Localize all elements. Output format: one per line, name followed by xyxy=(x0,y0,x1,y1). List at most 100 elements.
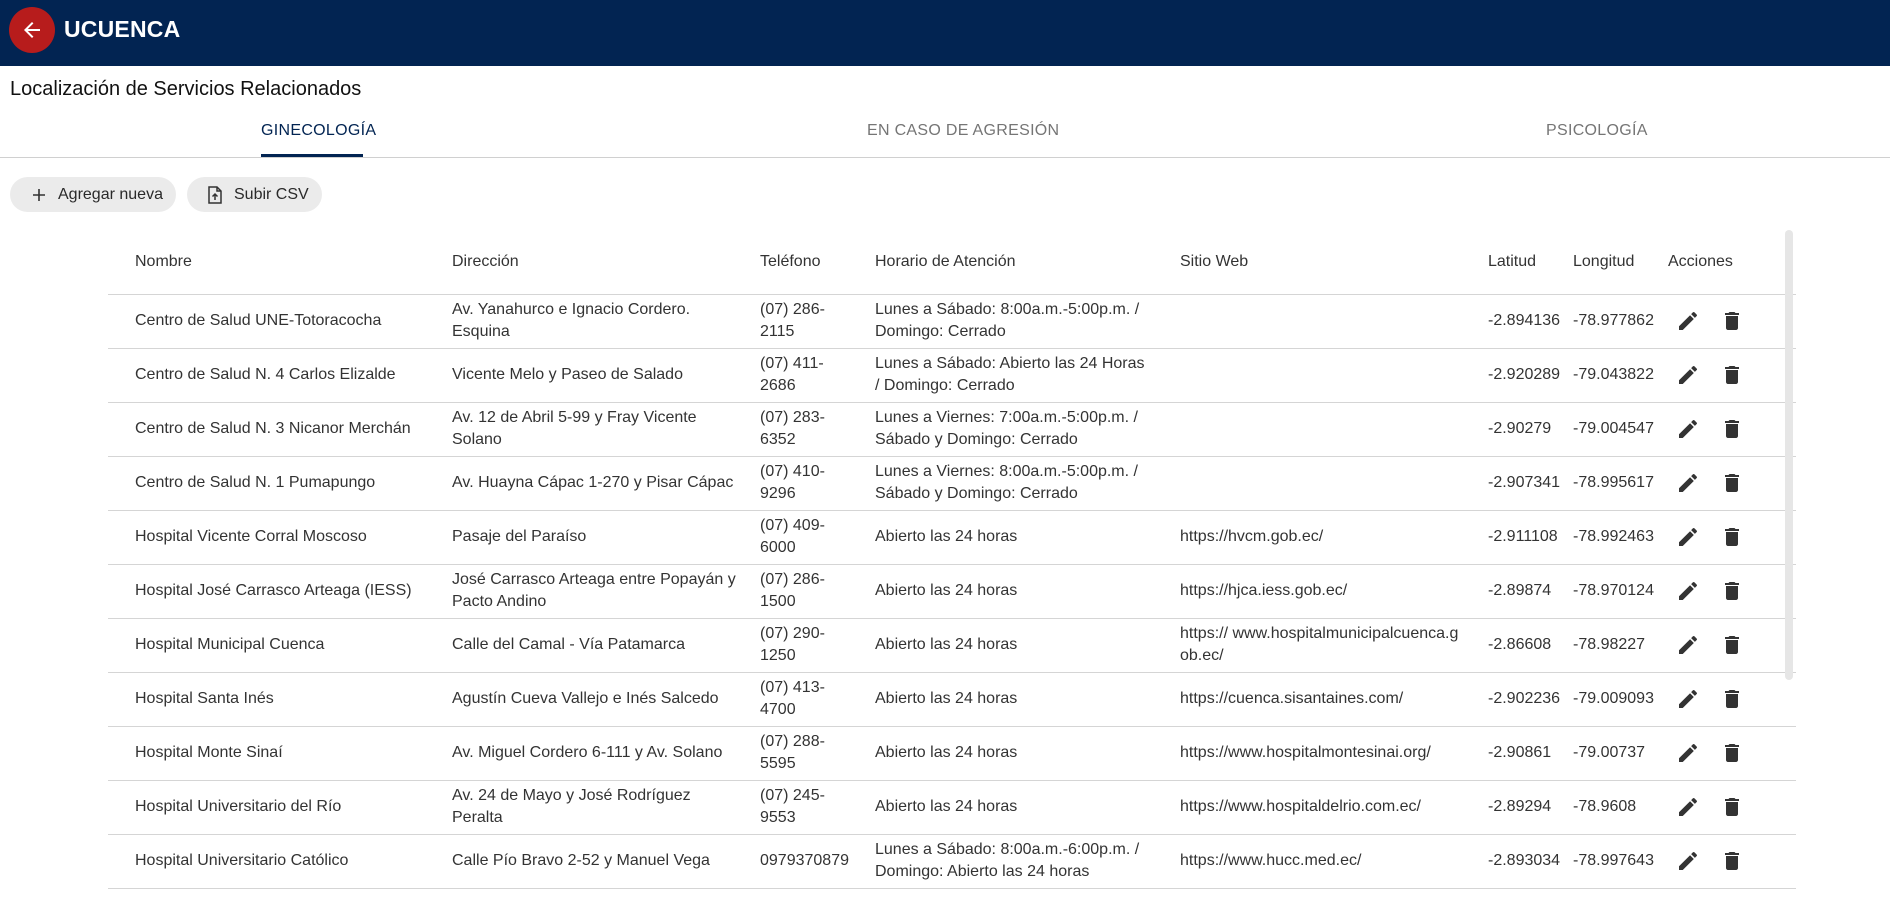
cell-latitud: -2.907341 xyxy=(1471,456,1560,511)
edit-icon[interactable] xyxy=(1674,523,1702,551)
delete-icon[interactable] xyxy=(1718,631,1746,659)
cell-horario: Lunes a Sábado: 8:00a.m.-5:00p.m. / Domi… xyxy=(858,294,1153,349)
cell-horario: Abierto las 24 horas xyxy=(858,510,1153,565)
cell-nombre: Hospital Santa Inés xyxy=(108,672,425,727)
cell-direccion: Agustín Cueva Vallejo e Inés Salcedo xyxy=(425,672,743,727)
table-row: Centro de Salud UNE-Totoracocha Av. Yana… xyxy=(108,294,1796,349)
column-header: Horario de Atención xyxy=(858,231,1153,295)
table-row: Hospital Municipal Cuenca Calle del Cama… xyxy=(108,618,1796,673)
cell-direccion: Av. 12 de Abril 5-99 y Fray Vicente Sola… xyxy=(425,402,743,457)
table-row: Centro de Salud N. 1 Pumapungo Av. Huayn… xyxy=(108,456,1796,511)
cell-horario: Lunes a Sábado: 8:00a.m.-6:00p.m. / Domi… xyxy=(858,834,1153,889)
tab-psicologia[interactable]: PSICOLOGÍA xyxy=(1546,112,1648,158)
cell-sitio-web: https://www.hucc.med.ec/ xyxy=(1153,834,1471,889)
edit-icon[interactable] xyxy=(1674,793,1702,821)
cell-longitud: -78.98227 xyxy=(1556,618,1651,673)
cell-horario: Lunes a Viernes: 7:00a.m.-5:00p.m. / Sáb… xyxy=(858,402,1153,457)
table-row: Hospital Monte Sinaí Av. Miguel Cordero … xyxy=(108,726,1796,781)
tab-bar: GINECOLOGÍA EN CASO DE AGRESIÓN PSICOLOG… xyxy=(0,112,1890,158)
edit-icon[interactable] xyxy=(1674,739,1702,767)
cell-acciones xyxy=(1651,510,1796,565)
cell-nombre: Hospital José Carrasco Arteaga (IESS) xyxy=(108,564,425,619)
edit-icon[interactable] xyxy=(1674,631,1702,659)
app-bar: UCUENCA xyxy=(0,0,1890,66)
cell-horario: Abierto las 24 horas xyxy=(858,564,1153,619)
cell-telefono: (07) 410-9296 xyxy=(743,456,858,511)
cell-acciones xyxy=(1651,780,1796,835)
delete-icon[interactable] xyxy=(1718,739,1746,767)
cell-horario: Abierto las 24 horas xyxy=(858,726,1153,781)
table-header: Nombre Dirección Teléfono Horario de Ate… xyxy=(108,231,1796,295)
cell-sitio-web xyxy=(1153,402,1471,457)
cell-telefono: (07) 286-1500 xyxy=(743,564,858,619)
delete-icon[interactable] xyxy=(1718,847,1746,875)
cell-acciones xyxy=(1651,348,1796,403)
cell-horario: Abierto las 24 horas xyxy=(858,780,1153,835)
cell-acciones xyxy=(1651,564,1796,619)
delete-icon[interactable] xyxy=(1718,415,1746,443)
cell-longitud: -78.9608 xyxy=(1556,780,1651,835)
cell-telefono: (07) 245-9553 xyxy=(743,780,858,835)
cell-nombre: Centro de Salud N. 1 Pumapungo xyxy=(108,456,425,511)
cell-telefono: (07) 413-4700 xyxy=(743,672,858,727)
table-row: Hospital Universitario Católico Calle Pí… xyxy=(108,834,1796,889)
plus-icon xyxy=(30,186,48,204)
edit-icon[interactable] xyxy=(1674,847,1702,875)
delete-icon[interactable] xyxy=(1718,469,1746,497)
table-row: Hospital Vicente Corral Moscoso Pasaje d… xyxy=(108,510,1796,565)
edit-icon[interactable] xyxy=(1674,577,1702,605)
add-new-button[interactable]: Agregar nueva xyxy=(10,177,176,212)
cell-longitud: -78.997643 xyxy=(1556,834,1654,889)
table-row: Hospital José Carrasco Arteaga (IESS) Jo… xyxy=(108,564,1796,619)
tab-ginecologia[interactable]: GINECOLOGÍA xyxy=(261,112,376,158)
edit-icon[interactable] xyxy=(1674,685,1702,713)
vertical-scrollbar[interactable] xyxy=(1785,230,1793,680)
edit-icon[interactable] xyxy=(1674,307,1702,335)
cell-sitio-web xyxy=(1153,348,1471,403)
edit-icon[interactable] xyxy=(1674,361,1702,389)
delete-icon[interactable] xyxy=(1718,307,1746,335)
cell-sitio-web xyxy=(1153,456,1471,511)
cell-telefono: (07) 283-6352 xyxy=(743,402,858,457)
cell-latitud: -2.89874 xyxy=(1471,564,1556,619)
cell-nombre: Hospital Monte Sinaí xyxy=(108,726,425,781)
table-row: Hospital Universitario del Río Av. 24 de… xyxy=(108,780,1796,835)
cell-direccion: Av. Miguel Cordero 6-111 y Av. Solano xyxy=(425,726,743,781)
column-header: Acciones xyxy=(1651,231,1796,295)
cell-acciones xyxy=(1651,834,1796,889)
delete-icon[interactable] xyxy=(1718,685,1746,713)
cell-telefono: (07) 409-6000 xyxy=(743,510,858,565)
delete-icon[interactable] xyxy=(1718,577,1746,605)
cell-direccion: Av. 24 de Mayo y José Rodríguez Peralta xyxy=(425,780,743,835)
edit-icon[interactable] xyxy=(1674,469,1702,497)
cell-longitud: -79.00737 xyxy=(1556,726,1651,781)
column-header: Longitud xyxy=(1556,231,1651,295)
active-tab-indicator xyxy=(261,154,363,157)
cell-latitud: -2.893034 xyxy=(1471,834,1560,889)
tab-en-caso-de-agresion[interactable]: EN CASO DE AGRESIÓN xyxy=(867,112,1059,158)
cell-latitud: -2.920289 xyxy=(1471,348,1560,403)
cell-nombre: Hospital Vicente Corral Moscoso xyxy=(108,510,425,565)
cell-nombre: Hospital Municipal Cuenca xyxy=(108,618,425,673)
cell-horario: Abierto las 24 horas xyxy=(858,672,1153,727)
cell-longitud: -79.009093 xyxy=(1556,672,1654,727)
cell-sitio-web: https://hvcm.gob.ec/ xyxy=(1153,510,1471,565)
cell-acciones xyxy=(1651,726,1796,781)
cell-longitud: -79.004547 xyxy=(1556,402,1654,457)
arrow-left-icon xyxy=(24,22,40,38)
cell-telefono: (07) 290-1250 xyxy=(743,618,858,673)
cell-horario: Abierto las 24 horas xyxy=(858,618,1153,673)
cell-acciones xyxy=(1651,294,1796,349)
edit-icon[interactable] xyxy=(1674,415,1702,443)
cell-telefono: (07) 288-5595 xyxy=(743,726,858,781)
app-title: UCUENCA xyxy=(64,16,181,42)
delete-icon[interactable] xyxy=(1718,361,1746,389)
delete-icon[interactable] xyxy=(1718,523,1746,551)
cell-acciones xyxy=(1651,456,1796,511)
add-new-label: Agregar nueva xyxy=(58,185,163,203)
cell-longitud: -78.992463 xyxy=(1556,510,1654,565)
cell-latitud: -2.90861 xyxy=(1471,726,1556,781)
upload-csv-button[interactable]: Subir CSV xyxy=(187,177,322,212)
delete-icon[interactable] xyxy=(1718,793,1746,821)
back-button[interactable] xyxy=(9,7,55,53)
